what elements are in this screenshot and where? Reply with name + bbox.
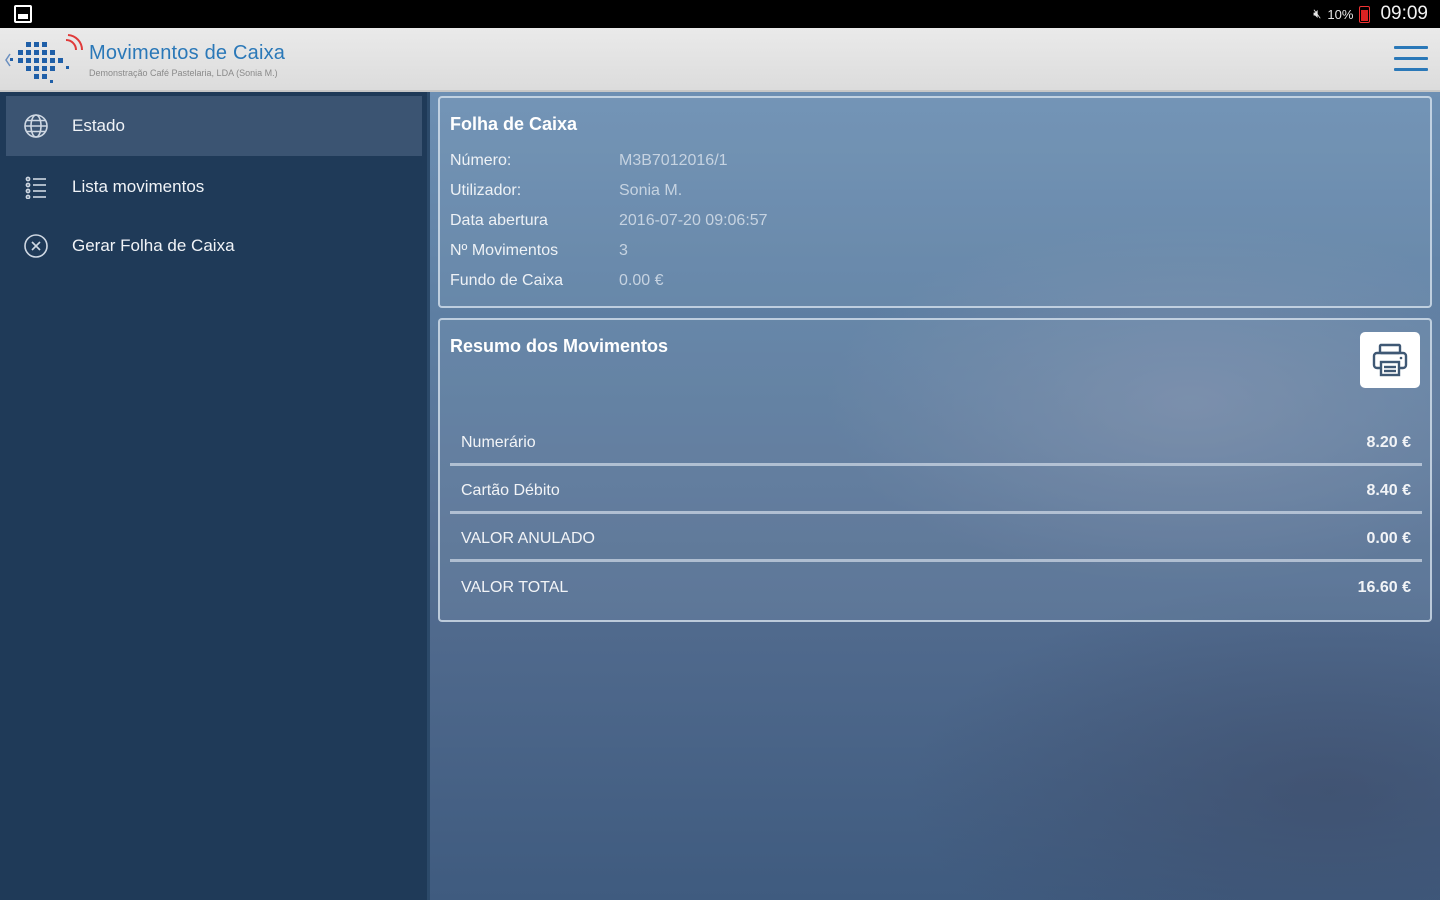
panel-title: Resumo dos Movimentos [450,336,669,356]
sidebar-item-lista-movimentos[interactable]: Lista movimentos [6,157,422,217]
sidebar-item-label: Estado [72,116,125,135]
info-value: 0.00 € [619,272,664,289]
app-logo [5,34,84,83]
info-label: Utilizador: [450,182,522,199]
info-label: Data abertura [450,212,548,229]
printer-icon [1372,343,1408,377]
globe-icon [22,112,50,140]
status-bar: 🔇︎ 10% 09:09 [0,0,1440,28]
summary-row: Numerário 8.20 € [450,422,1422,466]
sidebar-item-gerar-folha-de-caixa[interactable]: Gerar Folha de Caixa [6,216,422,276]
battery-low-icon [1359,5,1371,23]
sidebar-item-label: Gerar Folha de Caixa [72,236,235,255]
summary-label: VALOR TOTAL [461,579,569,596]
summary-row: VALOR ANULADO 0.00 € [450,518,1422,562]
resumo-movimentos-panel: Resumo dos Movimentos Numerário 8.20 € C… [438,318,1432,622]
battery-percent: 10% [1327,6,1354,22]
sidebar: Estado Lista movimentos Gerar Folha de C… [0,92,430,900]
info-label: Nº Movimentos [450,242,559,259]
info-label: Fundo de Caixa [450,272,563,289]
info-row: Número: M3B7012016/1 [450,152,728,174]
info-row: Utilizador: Sonia M. [450,182,682,204]
sidebar-item-label: Lista movimentos [72,177,205,196]
app-subtitle: Demonstração Café Pastelaria, LDA (Sonia… [89,68,278,78]
summary-row: Cartão Débito 8.40 € [450,470,1422,514]
sidebar-item-estado[interactable]: Estado [6,96,422,156]
hamburger-menu-icon[interactable] [1394,46,1428,72]
app-header: Movimentos de Caixa Demonstração Café Pa… [0,28,1440,92]
summary-label: VALOR ANULADO [461,529,595,547]
info-row: Data abertura 2016-07-20 09:06:57 [450,212,768,234]
panel-title: Folha de Caixa [450,114,578,134]
info-row: Nº Movimentos 3 [450,242,628,264]
folha-de-caixa-panel: Folha de Caixa Número: M3B7012016/1 Util… [438,96,1432,308]
summary-amount: 16.60 € [1357,579,1411,596]
info-value: M3B7012016/1 [619,152,728,169]
summary-amount: 8.20 € [1366,433,1411,451]
summary-amount: 8.40 € [1366,481,1411,499]
info-value: Sonia M. [619,182,683,199]
summary-label: Cartão Débito [461,481,560,499]
mute-icon: 🔇︎ [1313,6,1322,21]
list-icon [22,173,50,201]
info-row: Fundo de Caixa 0.00 € [450,272,663,294]
clock: 09:09 [1380,3,1428,24]
summary-row-total: VALOR TOTAL 16.60 € [450,566,1422,610]
status-bar-indicators: 🔇︎ 10% 09:09 [1313,0,1428,28]
summary-label: Numerário [461,433,536,451]
info-value: 3 [619,242,628,259]
main-content: Folha de Caixa Número: M3B7012016/1 Util… [430,92,1440,900]
info-value: 2016-07-20 09:06:57 [619,212,768,229]
gallery-icon [14,5,32,23]
app-title: Movimentos de Caixa [89,42,286,64]
close-circle-icon [22,232,50,260]
summary-amount: 0.00 € [1366,529,1411,547]
info-label: Número: [450,152,512,169]
print-button[interactable] [1360,332,1420,388]
